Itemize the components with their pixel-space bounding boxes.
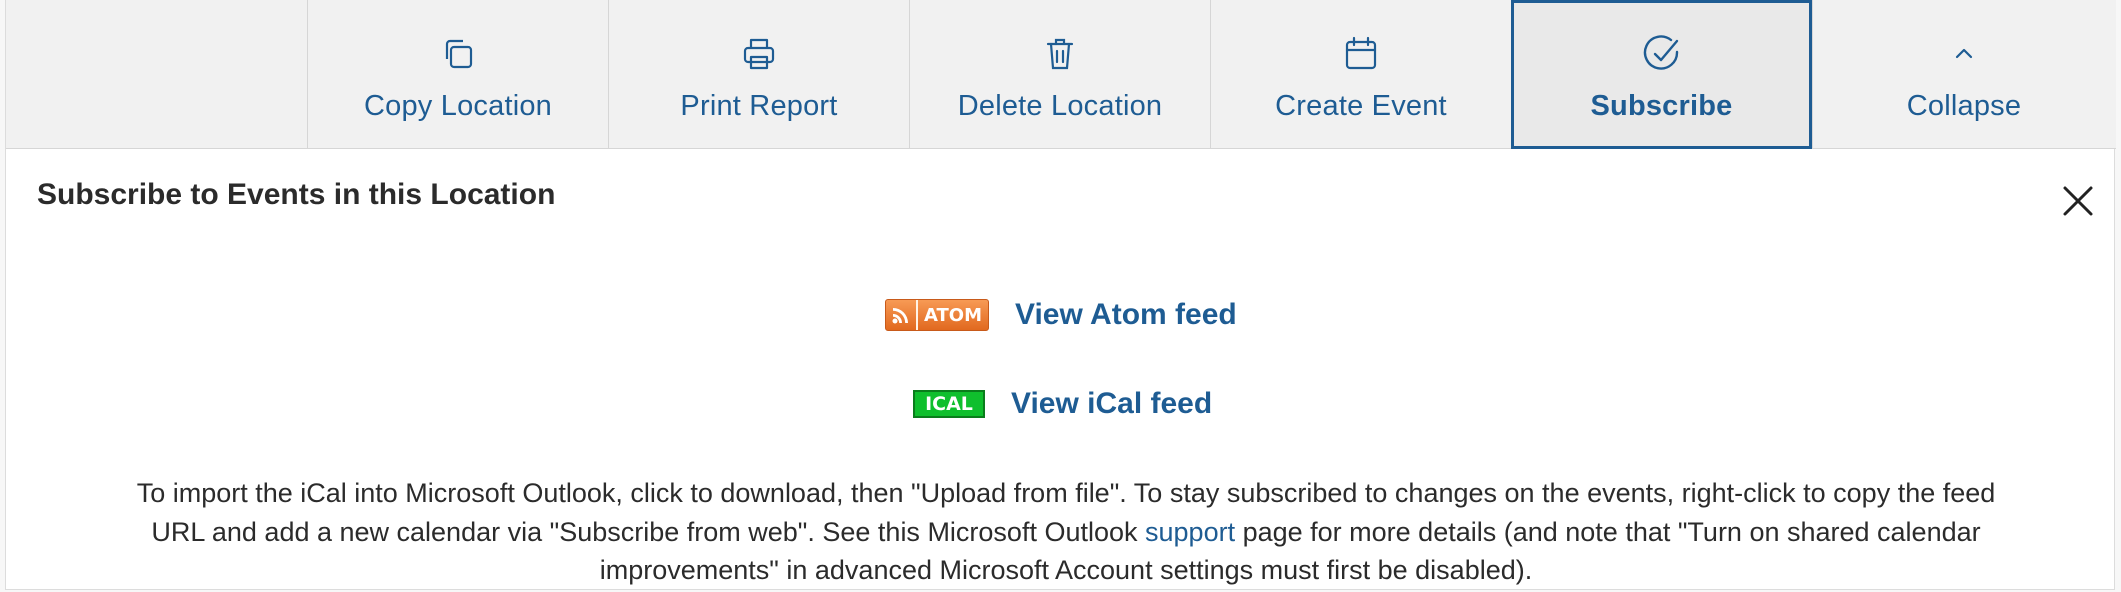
collapse-label: Collapse xyxy=(1906,90,2022,122)
view-atom-feed-link[interactable]: View Atom feed xyxy=(1015,298,1237,332)
atom-feed-row: ATOM View Atom feed xyxy=(885,298,1237,332)
create-event-label: Create Event xyxy=(1275,90,1447,122)
calendar-icon xyxy=(1339,32,1383,76)
view-ical-feed-link[interactable]: View iCal feed xyxy=(1011,387,1212,421)
rss-icon xyxy=(886,300,918,330)
ical-feed-row: ICAL View iCal feed xyxy=(913,387,1212,421)
close-icon xyxy=(2063,186,2093,216)
atom-badge-text: ATOM xyxy=(923,304,983,326)
delete-location-button[interactable]: Delete Location xyxy=(909,0,1210,149)
print-report-label: Print Report xyxy=(680,90,838,122)
support-link[interactable]: support xyxy=(1145,517,1235,547)
chevron-up-icon xyxy=(1942,32,1986,76)
copy-location-label: Copy Location xyxy=(364,90,552,122)
panel-title: Subscribe to Events in this Location xyxy=(37,178,556,211)
action-toolbar: Copy Location Print Report Delete Locati… xyxy=(6,0,2116,149)
check-circle-icon xyxy=(1640,32,1684,76)
create-event-button[interactable]: Create Event xyxy=(1210,0,1511,149)
location-panel: Copy Location Print Report Delete Locati… xyxy=(5,0,2116,590)
delete-location-label: Delete Location xyxy=(957,90,1163,122)
printer-icon xyxy=(737,32,781,76)
collapse-button[interactable]: Collapse xyxy=(1812,0,2115,149)
subscribe-button[interactable]: Subscribe xyxy=(1511,0,1812,149)
outlook-import-help: To import the iCal into Microsoft Outloo… xyxy=(126,474,2006,590)
close-button[interactable] xyxy=(2061,184,2095,218)
trash-icon xyxy=(1038,32,1082,76)
subscribe-label: Subscribe xyxy=(1590,90,1733,122)
print-report-button[interactable]: Print Report xyxy=(608,0,909,149)
atom-badge[interactable]: ATOM xyxy=(885,299,989,331)
copy-location-button[interactable]: Copy Location xyxy=(307,0,608,149)
copy-icon xyxy=(436,32,480,76)
ical-badge[interactable]: ICAL xyxy=(913,390,985,418)
